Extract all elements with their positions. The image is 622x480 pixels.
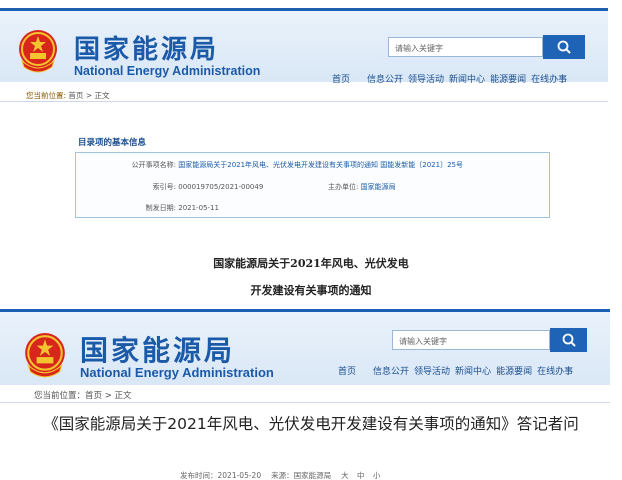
search-icon: [557, 40, 571, 54]
info-row-public-item: 公开事项名称: 国家能源局关于2021年风电、光伏发电开发建设有关事项的通知 国…: [96, 160, 463, 170]
main-nav-2: 首页 信息公开 领导活动 新闻中心 能源要闻 在线办事: [338, 364, 578, 377]
nav-info-public[interactable]: 信息公开: [367, 72, 403, 85]
article-source: 来源：国家能源局: [271, 471, 332, 480]
site-title-cn[interactable]: 国家能源局: [74, 29, 219, 66]
site-title-cn-2[interactable]: 国家能源局: [80, 329, 235, 369]
collage-gap: [0, 300, 622, 309]
publish-time: 发布时间：2021-05-20: [180, 471, 262, 480]
date-label: 制发日期:: [145, 204, 176, 212]
nav-energy-news[interactable]: 能源要闻: [496, 364, 532, 377]
date-value: 2021-05-11: [178, 204, 219, 212]
breadcrumb-label: 您当前位置:: [26, 91, 67, 100]
search-button-2[interactable]: [550, 328, 587, 352]
public-item-value: 国家能源局关于2021年风电、光伏发电开发建设有关事项的通知 国能发新能〔202…: [178, 161, 463, 169]
search-button[interactable]: [543, 35, 585, 59]
info-row-org: 主办单位: 国家能源局: [328, 182, 396, 192]
national-emblem-icon: [25, 333, 65, 378]
font-size-small[interactable]: 小: [373, 471, 381, 480]
site-header-2: 国家能源局 National Energy Administration 请输入…: [0, 309, 610, 385]
nav-news[interactable]: 新闻中心: [455, 364, 491, 377]
nav-online-service[interactable]: 在线办事: [531, 72, 567, 85]
main-nav: 首页 信息公开 领导活动 新闻中心 能源要闻 在线办事: [332, 72, 572, 85]
nav-online-service[interactable]: 在线办事: [537, 364, 573, 377]
index-value: 000019705/2021-00049: [178, 183, 264, 191]
info-row-date: 制发日期: 2021-05-11: [96, 203, 219, 213]
article-title: 《国家能源局关于2021年风电、光伏发电开发建设有关事项的通知》答记者问: [43, 415, 579, 433]
nav-home[interactable]: 首页: [332, 72, 350, 85]
document-title-line-1: 国家能源局关于2021年风电、光伏发电: [213, 257, 409, 270]
search-icon: [562, 333, 576, 347]
article-meta: 发布时间：2021-05-20 来源：国家能源局 大 中 小: [180, 470, 396, 480]
catalog-info-box: 公开事项名称: 国家能源局关于2021年风电、光伏发电开发建设有关事项的通知 国…: [75, 152, 550, 218]
org-value: 国家能源局: [360, 183, 396, 191]
nav-news[interactable]: 新闻中心: [449, 72, 485, 85]
search-input[interactable]: 请输入关键字: [388, 37, 543, 57]
national-emblem-icon: [19, 30, 57, 73]
breadcrumb-home[interactable]: 首页: [68, 91, 83, 100]
nav-leadership[interactable]: 领导活动: [414, 364, 450, 377]
search-input-2[interactable]: 请输入关键字: [392, 330, 550, 350]
document-title-line-2: 开发建设有关事项的通知: [250, 284, 372, 297]
breadcrumb-divider: [0, 402, 610, 403]
nav-leadership[interactable]: 领导活动: [408, 72, 444, 85]
nav-home[interactable]: 首页: [338, 364, 356, 377]
public-item-label: 公开事项名称:: [131, 161, 176, 169]
breadcrumb-current: 正文: [94, 91, 110, 100]
font-size-large[interactable]: 大: [341, 471, 349, 480]
screenshot-bottom: 国家能源局 National Energy Administration 请输入…: [0, 309, 622, 480]
breadcrumb: 您当前位置: 首页 > 正文: [26, 90, 110, 101]
site-header: 国家能源局 National Energy Administration 请输入…: [0, 8, 608, 85]
index-label: 索引号:: [152, 183, 176, 191]
screenshot-top: 国家能源局 National Energy Administration 请输入…: [0, 0, 622, 300]
info-row-index: 索引号: 000019705/2021-00049: [96, 182, 264, 192]
font-size-switcher: 大 中 小: [341, 470, 386, 480]
font-size-medium[interactable]: 中: [357, 471, 365, 480]
header-divider: [0, 101, 608, 102]
breadcrumb-2[interactable]: 您当前位置：首页 > 正文: [34, 389, 132, 401]
breadcrumb-sep: >: [85, 91, 93, 100]
site-title-en: National Energy Administration: [74, 64, 261, 78]
nav-info-public[interactable]: 信息公开: [373, 364, 409, 377]
org-label: 主办单位:: [328, 183, 359, 191]
info-heading: 目录项的基本信息: [78, 138, 147, 148]
nav-energy-news[interactable]: 能源要闻: [490, 72, 526, 85]
site-title-en-2: National Energy Administration: [80, 365, 274, 380]
